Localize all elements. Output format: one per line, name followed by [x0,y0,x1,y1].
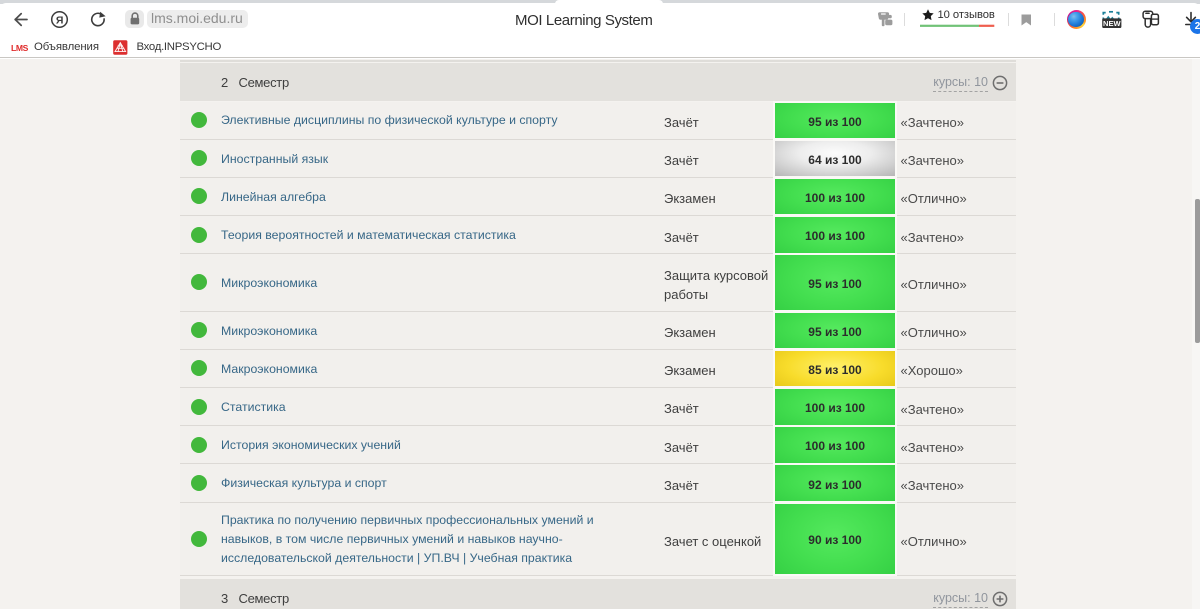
svg-text:NEW: NEW [1103,19,1121,28]
svg-text:Я: Я [56,14,64,26]
